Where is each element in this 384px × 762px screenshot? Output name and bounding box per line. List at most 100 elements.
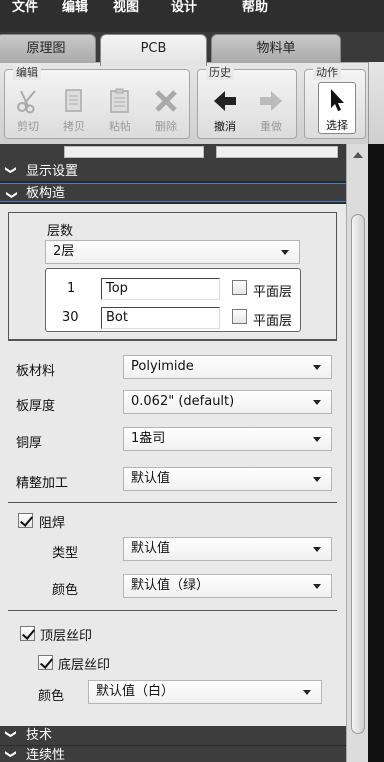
material-dropdown[interactable]: Polyimide [123, 355, 332, 379]
chevron-down-icon: ❯ [4, 749, 18, 759]
dropdown-arrow-icon [303, 690, 311, 695]
select-label: 选择 [326, 119, 348, 132]
ribbon-overflow [368, 62, 384, 144]
section-board-construction[interactable]: ❮ 板构造 [0, 183, 346, 202]
partial-row [0, 144, 348, 162]
soldermask-type-label: 类型 [52, 546, 79, 561]
layer-1-name: Top [106, 281, 128, 296]
menu-file[interactable]: 文件 [12, 0, 38, 16]
section-continuity[interactable]: ❯ 连续性 [0, 746, 346, 762]
edit-group: 编辑 剪切 拷贝 粘帖 删除 [4, 64, 190, 139]
undo-arrow-icon [214, 91, 236, 111]
thickness-dropdown[interactable]: 0.062" (default) [123, 390, 332, 414]
section-technology[interactable]: ❯ 技术 [0, 726, 346, 745]
finish-label: 精整加工 [16, 476, 69, 491]
section-tech-label: 技术 [26, 728, 53, 743]
divider [8, 340, 337, 341]
delete-x-icon [155, 90, 177, 112]
dropdown-arrow-icon [313, 400, 321, 405]
delete-button[interactable]: 删除 [147, 84, 185, 136]
paste-label: 粘帖 [109, 120, 131, 133]
layer-1-number: 1 [67, 281, 76, 296]
soldermask-label: 阻焊 [39, 516, 66, 531]
section-board-label: 板构造 [26, 186, 66, 201]
soldermask-color-label: 颜色 [52, 583, 79, 598]
panel-scrollbar[interactable] [346, 144, 368, 762]
soldermask-type-value: 默认值 [131, 541, 171, 556]
layer-count-dropdown[interactable]: 2层 [45, 240, 300, 264]
menu-view[interactable]: 视图 [113, 0, 139, 16]
ribbon-toolbar: 编辑 剪切 拷贝 粘帖 删除 历史 撤消 重做 动作 选择 [0, 62, 384, 144]
redo-button[interactable]: 重做 [252, 84, 290, 136]
layer-count-value: 2层 [53, 244, 75, 259]
material-label: 板材料 [16, 364, 56, 379]
menu-help[interactable]: 帮助 [242, 0, 268, 16]
dropdown-arrow-icon [313, 547, 321, 552]
chevron-up-icon: ❮ [4, 190, 18, 200]
section-display-settings[interactable]: ❯ 显示设置 [0, 162, 346, 181]
canvas-edge [368, 62, 384, 762]
tab-schematic[interactable]: 原理图 [0, 34, 96, 64]
paste-button[interactable]: 粘帖 [101, 84, 139, 136]
dropdown-arrow-icon [313, 365, 321, 370]
layer-2-name-input[interactable]: Bot [101, 307, 220, 329]
chevron-down-icon: ❯ [4, 729, 18, 739]
silkscreen-color-label: 颜色 [38, 689, 65, 704]
menu-edit[interactable]: 编辑 [62, 0, 88, 16]
select-button[interactable]: 选择 [318, 82, 356, 134]
copper-value: 1盎司 [131, 431, 166, 446]
soldermask-type-dropdown[interactable]: 默认值 [123, 537, 332, 561]
bottom-silkscreen-checkbox[interactable] [38, 655, 53, 670]
app-window: 文件 编辑 视图 设计 帮助 原理图 PCB 物料单 编辑 剪切 拷贝 粘帖 删… [0, 0, 384, 762]
finish-dropdown[interactable]: 默认值 [123, 467, 332, 491]
pointer-cursor-icon [331, 89, 344, 111]
dropdown-arrow-icon [313, 584, 321, 589]
redo-label: 重做 [260, 120, 282, 133]
dropdown-arrow-icon [281, 250, 289, 255]
paste-icon [110, 88, 129, 113]
silkscreen-color-dropdown[interactable]: 默认值（白） [88, 680, 322, 704]
soldermask-color-dropdown[interactable]: 默认值（绿） [123, 574, 332, 598]
redo-arrow-icon [260, 91, 282, 111]
scroll-up-arrow-icon[interactable] [353, 152, 363, 158]
tab-bom[interactable]: 物料单 [211, 34, 341, 64]
top-silkscreen-label: 顶层丝印 [40, 629, 93, 644]
undo-button[interactable]: 撤消 [206, 84, 244, 136]
top-silkscreen-checkbox[interactable] [20, 626, 35, 641]
layer-1-plane-checkbox[interactable] [232, 280, 247, 295]
undo-label: 撤消 [214, 120, 236, 133]
history-group: 历史 撤消 重做 [197, 64, 297, 139]
copper-label: 铜厚 [16, 436, 43, 451]
layers-box: 层数 2层 1 Top 平面层 30 Bot 平面层 [8, 212, 337, 340]
action-group-label: 动作 [313, 64, 341, 80]
tab-pcb[interactable]: PCB [100, 34, 207, 66]
layer-1-name-input[interactable]: Top [101, 278, 220, 300]
section-continuity-label: 连续性 [26, 748, 66, 762]
material-value: Polyimide [131, 359, 194, 374]
silkscreen-color-value: 默认值（白） [96, 684, 175, 699]
scrollbar-thumb[interactable] [351, 214, 365, 734]
history-group-label: 历史 [206, 64, 234, 80]
thickness-label: 板厚度 [16, 399, 56, 414]
cut-button[interactable]: 剪切 [9, 84, 47, 136]
soldermask-checkbox[interactable] [18, 513, 33, 528]
dropdown-arrow-icon [313, 477, 321, 482]
finish-value: 默认值 [131, 471, 171, 486]
cut-label: 剪切 [17, 120, 39, 133]
partial-field-left [64, 146, 204, 158]
copper-dropdown[interactable]: 1盎司 [123, 427, 332, 451]
chevron-down-icon: ❯ [4, 165, 18, 175]
bottom-silkscreen-label: 底层丝印 [58, 658, 111, 673]
menu-design[interactable]: 设计 [171, 0, 197, 16]
layer-count-label: 层数 [47, 224, 74, 239]
copy-icon [65, 89, 82, 112]
edit-group-label: 编辑 [13, 64, 41, 80]
dropdown-arrow-icon [313, 437, 321, 442]
copy-button[interactable]: 拷贝 [55, 84, 93, 136]
soldermask-color-value: 默认值（绿） [131, 578, 210, 593]
scissors-icon [17, 90, 36, 114]
board-panel: 层数 2层 1 Top 平面层 30 Bot 平面层 板材料 Polyimide… [0, 204, 346, 726]
layer-stack-list: 1 Top 平面层 30 Bot 平面层 [45, 268, 301, 332]
layer-2-plane-checkbox[interactable] [232, 309, 247, 324]
layer-2-name: Bot [106, 310, 128, 325]
